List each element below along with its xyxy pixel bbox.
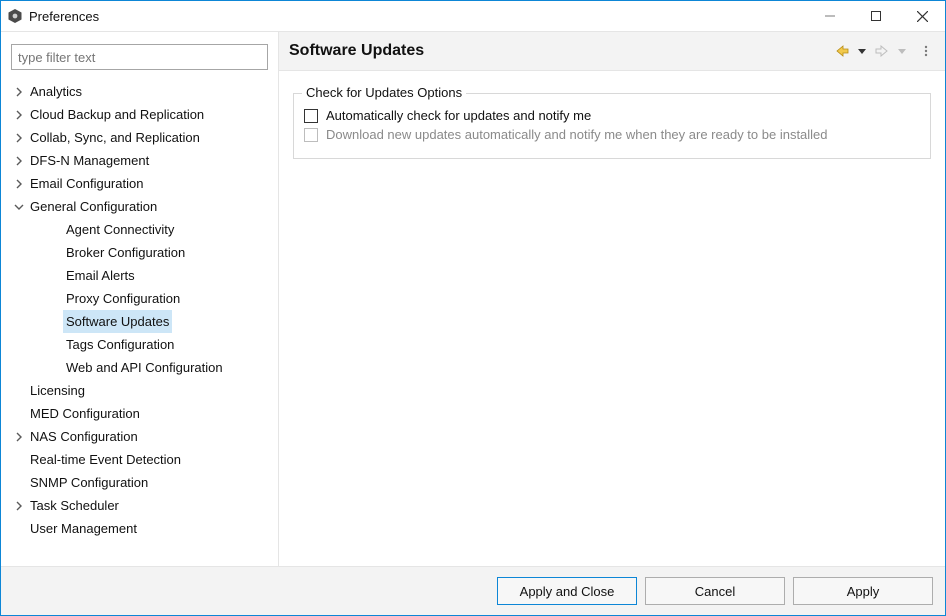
- chevron-right-icon[interactable]: [11, 501, 27, 511]
- cancel-button[interactable]: Cancel: [645, 577, 785, 605]
- tree-item-label: Cloud Backup and Replication: [27, 103, 207, 126]
- tree-item-dfs-n-management[interactable]: DFS-N Management: [11, 149, 268, 172]
- auto-check-row[interactable]: Automatically check for updates and noti…: [304, 108, 920, 123]
- tree-item-label: Software Updates: [63, 310, 172, 333]
- tree-item-cloud-backup-and-replication[interactable]: Cloud Backup and Replication: [11, 103, 268, 126]
- tree-item-label: NAS Configuration: [27, 425, 141, 448]
- dialog-body: AnalyticsCloud Backup and ReplicationCol…: [1, 31, 945, 566]
- tree-item-email-configuration[interactable]: Email Configuration: [11, 172, 268, 195]
- tree-item-label: Task Scheduler: [27, 494, 122, 517]
- page-content: Check for Updates Options Automatically …: [279, 71, 945, 566]
- preferences-tree[interactable]: AnalyticsCloud Backup and ReplicationCol…: [11, 80, 268, 540]
- tree-item-general-configuration[interactable]: General Configuration: [11, 195, 268, 218]
- page-title: Software Updates: [289, 42, 424, 60]
- tree-item-collab-sync-and-replication[interactable]: Collab, Sync, and Replication: [11, 126, 268, 149]
- tree-item-tags-configuration[interactable]: Tags Configuration: [11, 333, 268, 356]
- tree-item-label: SNMP Configuration: [27, 471, 151, 494]
- tree-item-nas-configuration[interactable]: NAS Configuration: [11, 425, 268, 448]
- tree-item-real-time-event-detection[interactable]: Real-time Event Detection: [11, 448, 268, 471]
- chevron-right-icon[interactable]: [11, 133, 27, 143]
- app-icon: [7, 8, 23, 24]
- close-button[interactable]: [899, 1, 945, 31]
- apply-and-close-button[interactable]: Apply and Close: [497, 577, 637, 605]
- tree-item-label: Licensing: [27, 379, 88, 402]
- tree-item-label: Real-time Event Detection: [27, 448, 184, 471]
- maximize-button[interactable]: [853, 1, 899, 31]
- tree-item-label: General Configuration: [27, 195, 160, 218]
- update-options-group: Check for Updates Options Automatically …: [293, 93, 931, 159]
- group-legend: Check for Updates Options: [302, 85, 466, 100]
- view-menu-icon[interactable]: [917, 42, 935, 60]
- tree-item-label: MED Configuration: [27, 402, 143, 425]
- tree-item-user-management[interactable]: User Management: [11, 517, 268, 540]
- chevron-down-icon[interactable]: [11, 202, 27, 212]
- tree-item-label: Agent Connectivity: [63, 218, 177, 241]
- tree-item-label: Tags Configuration: [63, 333, 177, 356]
- tree-item-label: Collab, Sync, and Replication: [27, 126, 203, 149]
- tree-item-licensing[interactable]: Licensing: [11, 379, 268, 402]
- tree-item-label: DFS-N Management: [27, 149, 152, 172]
- minimize-button[interactable]: [807, 1, 853, 31]
- preferences-tree-panel: AnalyticsCloud Backup and ReplicationCol…: [1, 32, 279, 566]
- tree-item-label: Web and API Configuration: [63, 356, 226, 379]
- tree-item-software-updates[interactable]: Software Updates: [11, 310, 268, 333]
- tree-item-label: Proxy Configuration: [63, 287, 183, 310]
- auto-download-checkbox: [304, 128, 318, 142]
- tree-item-task-scheduler[interactable]: Task Scheduler: [11, 494, 268, 517]
- tree-item-snmp-configuration[interactable]: SNMP Configuration: [11, 471, 268, 494]
- tree-item-med-configuration[interactable]: MED Configuration: [11, 402, 268, 425]
- auto-download-label: Download new updates automatically and n…: [326, 127, 828, 142]
- tree-item-label: Email Alerts: [63, 264, 138, 287]
- auto-check-label: Automatically check for updates and noti…: [326, 108, 591, 123]
- chevron-right-icon[interactable]: [11, 156, 27, 166]
- tree-item-proxy-configuration[interactable]: Proxy Configuration: [11, 287, 268, 310]
- tree-item-label: User Management: [27, 517, 140, 540]
- preferences-dialog: Preferences AnalyticsCloud Backup and Re…: [0, 0, 946, 616]
- tree-item-label: Email Configuration: [27, 172, 146, 195]
- page-header: Software Updates: [279, 32, 945, 71]
- titlebar: Preferences: [1, 1, 945, 31]
- auto-download-row: Download new updates automatically and n…: [304, 127, 920, 142]
- window-title: Preferences: [29, 9, 99, 24]
- auto-check-checkbox[interactable]: [304, 109, 318, 123]
- dialog-footer: Apply and Close Cancel Apply: [1, 566, 945, 615]
- chevron-right-icon[interactable]: [11, 432, 27, 442]
- back-dropdown-icon[interactable]: [853, 42, 871, 60]
- apply-button[interactable]: Apply: [793, 577, 933, 605]
- chevron-right-icon[interactable]: [11, 179, 27, 189]
- tree-item-broker-configuration[interactable]: Broker Configuration: [11, 241, 268, 264]
- filter-text-input[interactable]: [11, 44, 268, 70]
- tree-item-analytics[interactable]: Analytics: [11, 80, 268, 103]
- forward-icon: [873, 42, 891, 60]
- tree-item-label: Broker Configuration: [63, 241, 188, 264]
- chevron-right-icon[interactable]: [11, 87, 27, 97]
- tree-item-web-and-api-configuration[interactable]: Web and API Configuration: [11, 356, 268, 379]
- tree-item-email-alerts[interactable]: Email Alerts: [11, 264, 268, 287]
- back-icon[interactable]: [833, 42, 851, 60]
- tree-item-agent-connectivity[interactable]: Agent Connectivity: [11, 218, 268, 241]
- tree-item-label: Analytics: [27, 80, 85, 103]
- chevron-right-icon[interactable]: [11, 110, 27, 120]
- forward-dropdown-icon: [893, 42, 911, 60]
- preferences-page: Software Updates: [279, 32, 945, 566]
